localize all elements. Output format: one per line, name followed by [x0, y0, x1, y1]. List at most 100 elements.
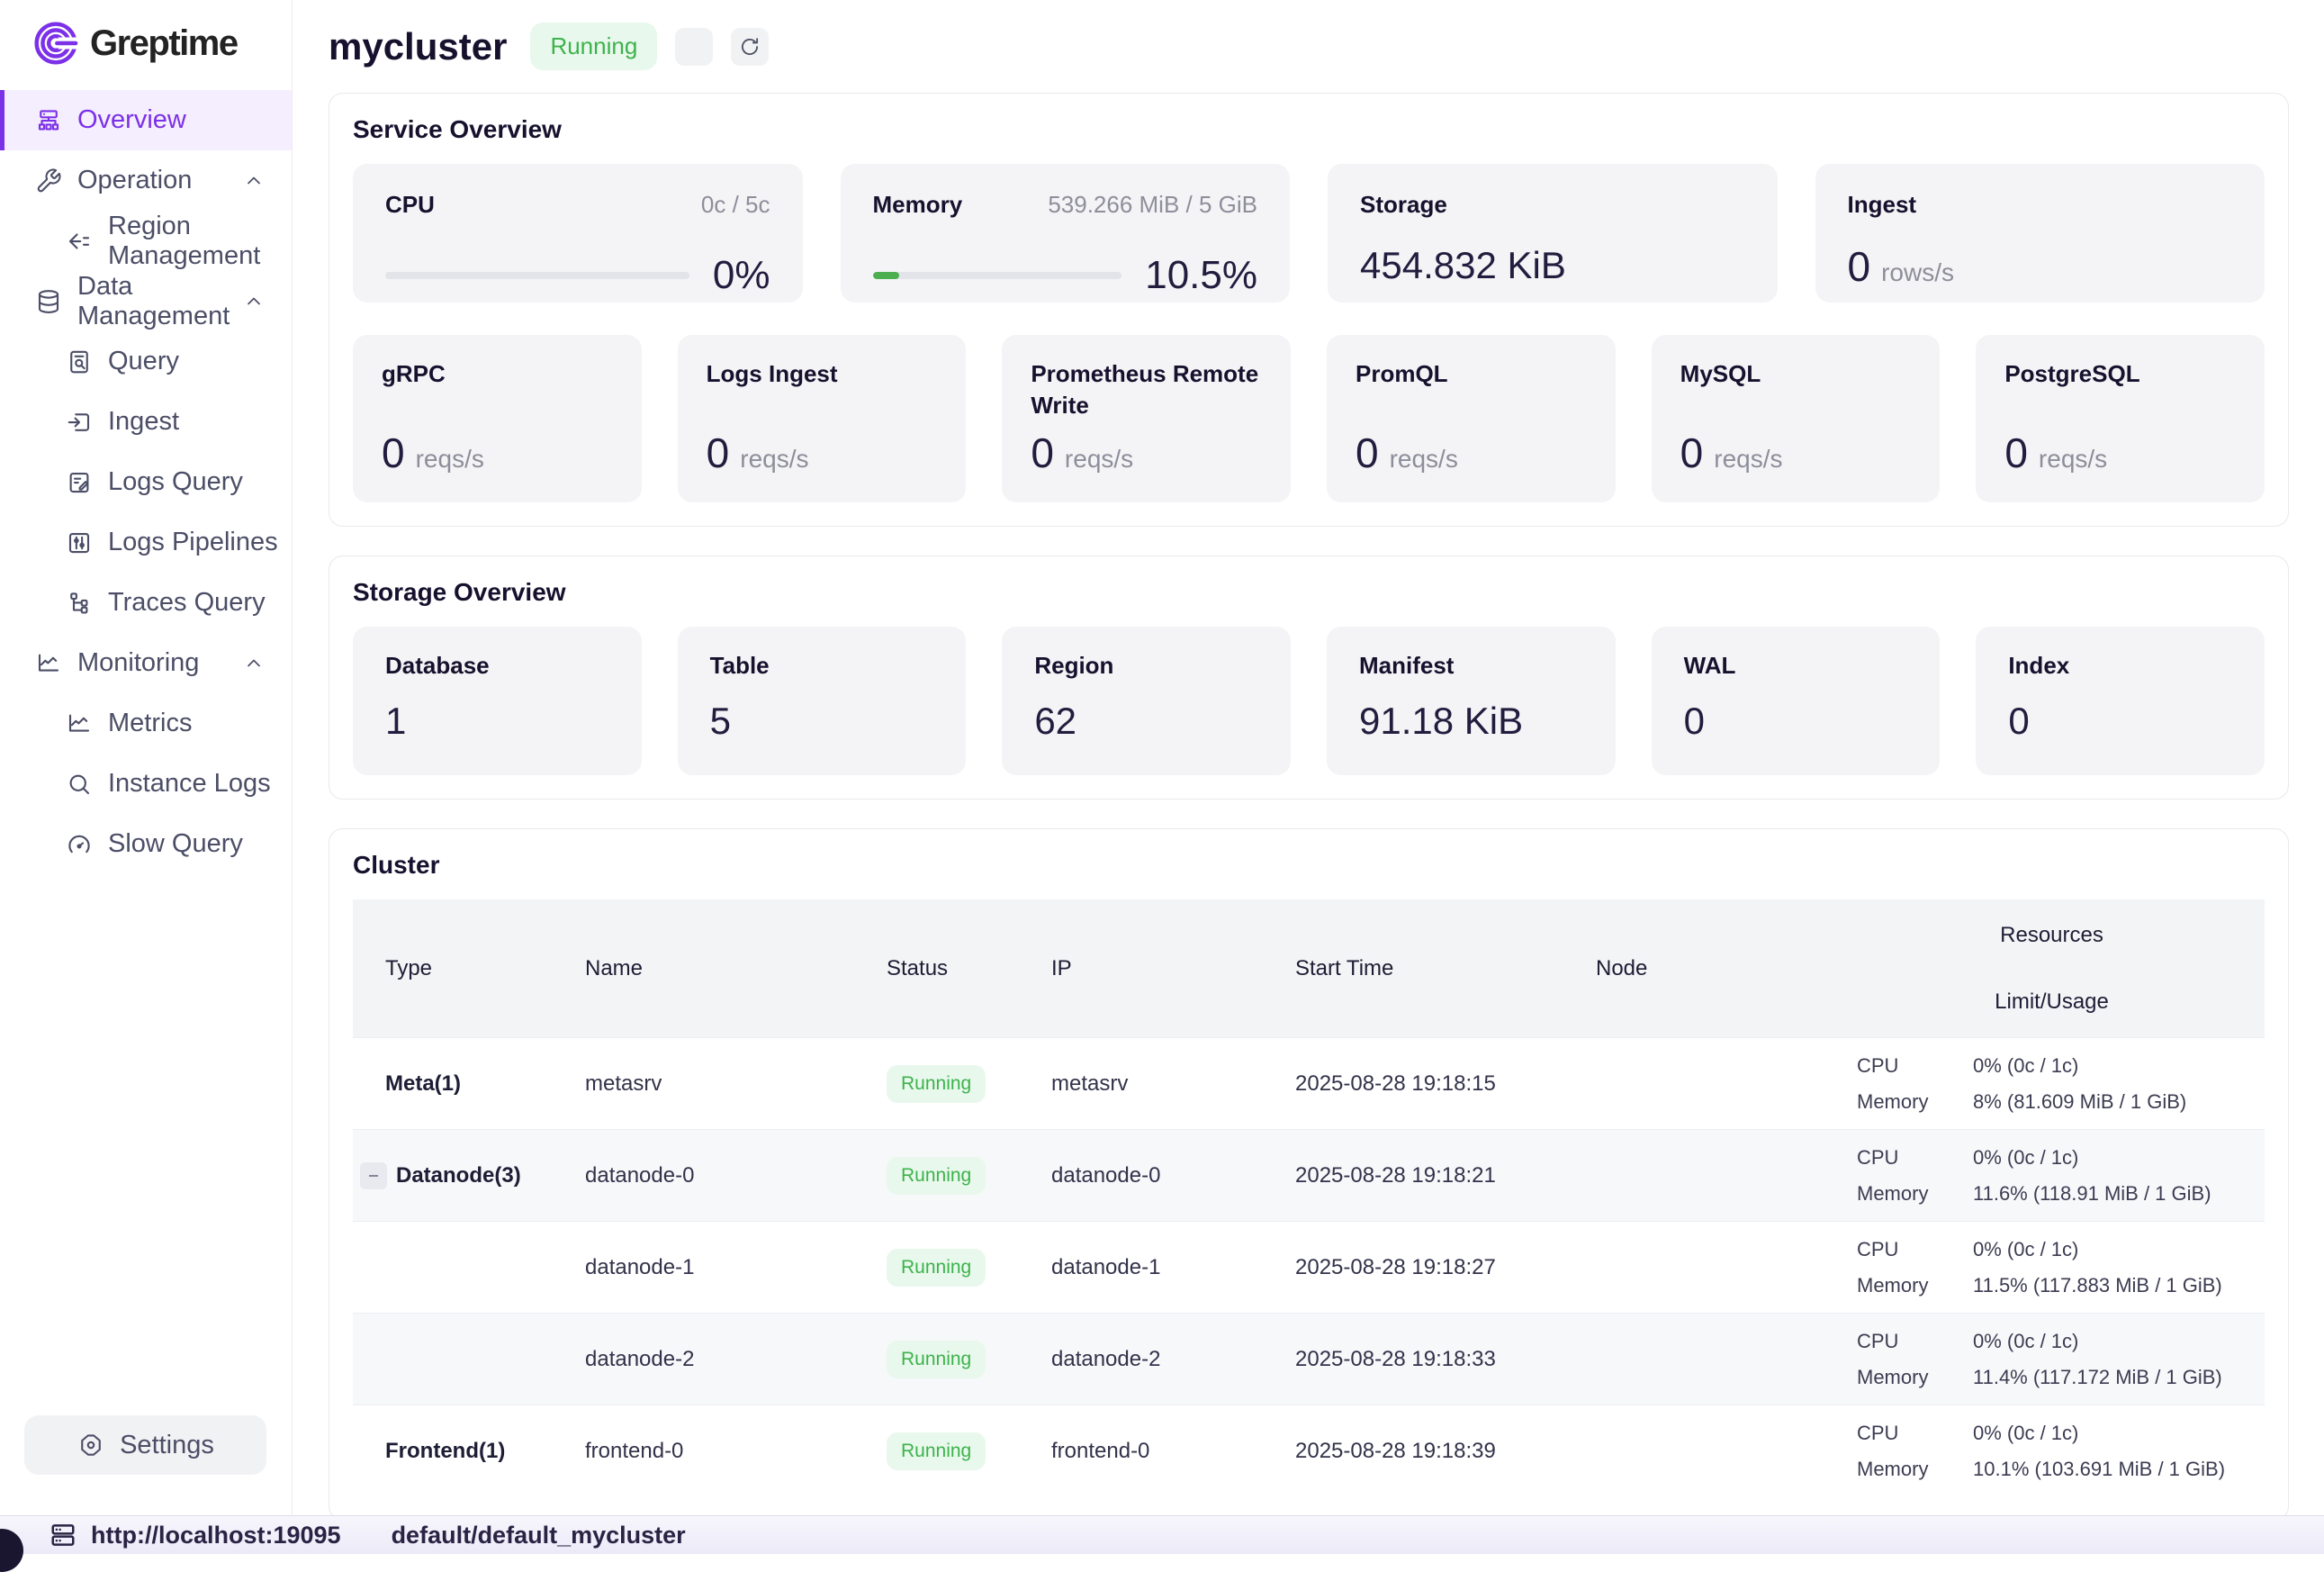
sidebar-item-data-management[interactable]: Data Management — [0, 271, 292, 331]
table-value: 5 — [710, 700, 934, 743]
logs-ingest-label: Logs Ingest — [707, 358, 938, 390]
sidebar-item-label: Slow Query — [108, 829, 243, 859]
promql-card: PromQL 0 reqs/s — [1327, 335, 1616, 502]
brand-logo[interactable]: Greptime — [0, 0, 292, 90]
wal-card: WAL 0 — [1652, 627, 1941, 775]
row-status: Running — [869, 1249, 1033, 1287]
col-node: Node — [1578, 899, 1839, 1037]
row-name: datanode-1 — [567, 1255, 869, 1280]
sidebar-item-region-management[interactable]: Region Management — [0, 211, 292, 271]
col-resources: Resources — [2000, 923, 2103, 948]
table-card: Table 5 — [678, 627, 967, 775]
greptime-logo-icon — [32, 20, 79, 67]
row-ip: datanode-2 — [1033, 1347, 1277, 1372]
tree-branch-icon — [65, 589, 94, 618]
memory-row-label: Memory — [1839, 1458, 1955, 1481]
chevron-up-icon[interactable] — [243, 291, 265, 312]
mysql-value: 0 — [1680, 429, 1704, 477]
sidebar-item-traces-query[interactable]: Traces Query — [0, 573, 292, 633]
row-name: frontend-0 — [567, 1439, 869, 1464]
row-start-time: 2025-08-28 19:18:39 — [1277, 1439, 1578, 1464]
row-type: Meta(1) — [353, 1071, 567, 1097]
col-ip: IP — [1033, 899, 1277, 1037]
memory-row-label: Memory — [1839, 1274, 1955, 1297]
grpc-card: gRPC 0 reqs/s — [353, 335, 642, 502]
search-icon — [65, 770, 94, 799]
refresh-button[interactable] — [731, 28, 769, 66]
row-start-time: 2025-08-28 19:18:33 — [1277, 1347, 1578, 1372]
prometheus-remote-write-value: 0 — [1031, 429, 1054, 477]
grpc-label: gRPC — [382, 358, 613, 390]
manifest-label: Manifest — [1359, 652, 1454, 679]
status-badge: Running — [887, 1341, 986, 1378]
metrics-chart-icon — [65, 709, 94, 738]
sidebar-item-logs-query[interactable]: Logs Query — [0, 452, 292, 512]
memory-card: Memory 539.266 MiB / 5 GiB 10.5% — [841, 164, 1291, 303]
row-name: datanode-2 — [567, 1347, 869, 1372]
cpu-usage: 0% (0c / 1c) — [1955, 1054, 2265, 1078]
row-name: datanode-0 — [567, 1163, 869, 1188]
region-value: 62 — [1034, 700, 1258, 743]
server-url-item[interactable]: http://localhost:19095 — [50, 1522, 341, 1549]
row-type-label: Datanode(3) — [396, 1163, 521, 1188]
sidebar-item-overview[interactable]: Overview — [0, 90, 292, 150]
main-content: mycluster Running Service Overview CPU 0… — [293, 0, 2324, 1515]
chevron-up-icon[interactable] — [243, 653, 265, 674]
logs-ingest-card: Logs Ingest 0 reqs/s — [678, 335, 967, 502]
chevron-up-icon[interactable] — [243, 170, 265, 192]
sidebar-item-label: Logs Query — [108, 467, 243, 497]
grpc-value: 0 — [382, 429, 405, 477]
sidebar-item-label: Operation — [77, 166, 192, 195]
sidebar-item-ingest[interactable]: Ingest — [0, 392, 292, 452]
sliders-icon — [65, 529, 94, 557]
table-row-datanode-2: datanode-2 Running datanode-2 2025-08-28… — [353, 1313, 2265, 1405]
sidebar-item-query[interactable]: Query — [0, 331, 292, 392]
status-badge: Running — [887, 1065, 986, 1103]
cpu-row-label: CPU — [1839, 1330, 1955, 1353]
sidebar-item-operation[interactable]: Operation — [0, 150, 292, 211]
promql-value: 0 — [1356, 429, 1379, 477]
settings-button[interactable]: Settings — [24, 1415, 266, 1475]
memory-detail: 539.266 MiB / 5 GiB — [1048, 191, 1257, 219]
storage-overview-panel: Storage Overview Database 1 Table 5 Regi… — [329, 556, 2289, 800]
sidebar-item-logs-pipelines[interactable]: Logs Pipelines — [0, 512, 292, 573]
collapse-minus-icon[interactable] — [360, 1162, 387, 1189]
sidebar-item-label: Region Management — [108, 212, 292, 271]
ingest-unit: rows/s — [1881, 258, 1954, 287]
postgresql-card: PostgreSQL 0 reqs/s — [1976, 335, 2265, 502]
sidebar-item-instance-logs[interactable]: Instance Logs — [0, 754, 292, 814]
sidebar-item-label: Traces Query — [108, 588, 266, 618]
cpu-usage: 0% (0c / 1c) — [1955, 1238, 2265, 1261]
ingest-card: Ingest 0 rows/s — [1815, 164, 2265, 303]
row-name: metasrv — [567, 1071, 869, 1097]
speedometer-icon — [65, 830, 94, 859]
action-button[interactable] — [675, 28, 713, 66]
service-overview-rate-cards: gRPC 0 reqs/s Logs Ingest 0 reqs/s Prome… — [353, 335, 2265, 502]
row-status: Running — [869, 1341, 1033, 1378]
ingest-label: Ingest — [1848, 189, 1917, 221]
status-badge: Running — [887, 1249, 986, 1287]
status-bar: http://localhost:19095 default/default_m… — [0, 1515, 2324, 1554]
col-resources-group: Resources Limit/Usage — [1839, 899, 2265, 1037]
storage-overview-cards: Database 1 Table 5 Region 62 Manifest 91… — [353, 627, 2265, 775]
prometheus-remote-write-unit: reqs/s — [1065, 445, 1133, 474]
sidebar-item-metrics[interactable]: Metrics — [0, 693, 292, 754]
index-card: Index 0 — [1976, 627, 2265, 775]
region-label: Region — [1034, 652, 1113, 679]
col-start-time: Start Time — [1277, 899, 1578, 1037]
cpu-card: CPU 0c / 5c 0% — [353, 164, 803, 303]
mysql-unit: reqs/s — [1714, 445, 1782, 474]
table-row-datanode-1: datanode-1 Running datanode-1 2025-08-28… — [353, 1221, 2265, 1313]
cpu-label: CPU — [385, 189, 435, 221]
sidebar-item-monitoring[interactable]: Monitoring — [0, 633, 292, 693]
postgresql-value: 0 — [2004, 429, 2028, 477]
service-overview-top-cards: CPU 0c / 5c 0% Memory 539.266 MiB / 5 Gi… — [353, 164, 2265, 303]
cpu-usage: 0% (0c / 1c) — [1955, 1422, 2265, 1445]
table-row-metasrv: Meta(1) metasrv Running metasrv 2025-08-… — [353, 1037, 2265, 1129]
memory-row-label: Memory — [1839, 1366, 1955, 1389]
sidebar-item-slow-query[interactable]: Slow Query — [0, 814, 292, 874]
database-selector[interactable]: default/default_mycluster — [392, 1522, 686, 1549]
row-ip: metasrv — [1033, 1071, 1277, 1097]
memory-row-label: Memory — [1839, 1182, 1955, 1206]
row-resources: CPU0% (0c / 1c) Memory8% (81.609 MiB / 1… — [1839, 1054, 2265, 1114]
